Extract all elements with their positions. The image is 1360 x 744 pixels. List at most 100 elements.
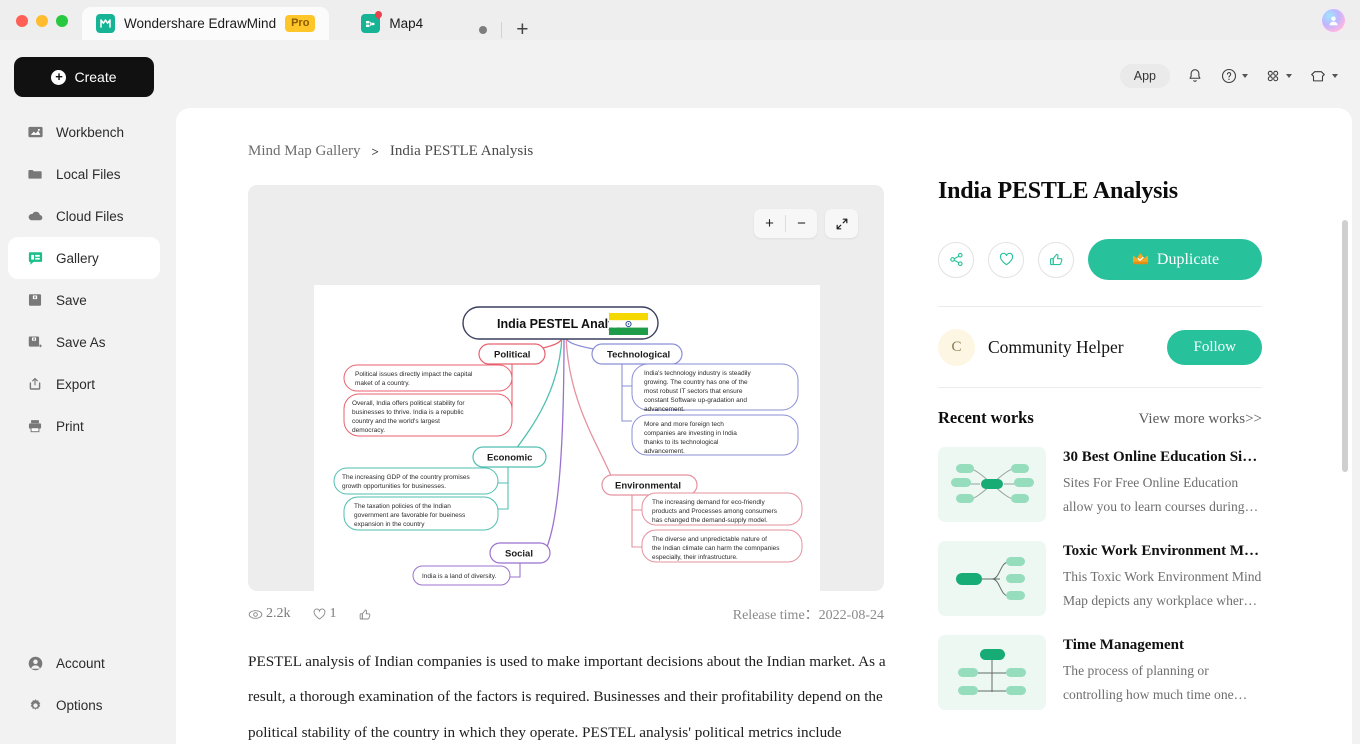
sidebar-item-gallery[interactable]: Gallery: [8, 237, 160, 279]
release-time-value: 2022-08-24: [818, 608, 884, 623]
pro-badge: Pro: [285, 15, 316, 32]
sidebar-item-label: Cloud Files: [56, 208, 124, 224]
breadcrumb-current: India PESTLE Analysis: [389, 143, 534, 159]
svg-text:The increasing demand for eco-: The increasing demand for eco-friendly p…: [652, 499, 779, 524]
list-item[interactable]: 30 Best Online Education Sites … Sites F…: [938, 447, 1262, 522]
create-button[interactable]: + Create: [14, 57, 154, 97]
sidebar-item-account[interactable]: Account: [8, 642, 160, 684]
apps-grid-button[interactable]: [1264, 67, 1292, 85]
map4-file-icon: [361, 9, 384, 33]
share-icon: [949, 252, 963, 267]
share-button[interactable]: [938, 241, 974, 278]
list-item[interactable]: Toxic Work Environment Min… This Toxic W…: [938, 541, 1262, 616]
sidebar-item-save-as[interactable]: Save As: [8, 321, 160, 363]
duplicate-button[interactable]: Duplicate: [1088, 239, 1262, 280]
sidebar-item-save[interactable]: Save: [8, 279, 160, 321]
tab-map4[interactable]: Map4: [347, 7, 437, 40]
crown-icon: [1131, 249, 1150, 271]
mindmap-preview-canvas[interactable]: + − India PESTEL Analysis Political Poli…: [248, 185, 884, 591]
scrollbar-track[interactable]: [1342, 220, 1348, 744]
author-name[interactable]: Community Helper: [988, 337, 1124, 358]
theme-button[interactable]: [1308, 67, 1338, 85]
follow-button[interactable]: Follow: [1167, 330, 1262, 365]
sidebar-item-label: Workbench: [56, 124, 125, 140]
work-info: Time Management The process of planning …: [1063, 635, 1262, 710]
sidebar-item-label: Options: [56, 697, 103, 713]
save-icon: [26, 291, 44, 309]
article-paragraph: PESTEL analysis of Indian companies is u…: [248, 653, 886, 741]
theme-shirt-icon: [1311, 71, 1325, 82]
mindmap-leaf: [343, 364, 513, 392]
heart-icon: [313, 608, 325, 620]
edrawmind-logo-icon: [96, 14, 115, 33]
recent-works-title: Recent works: [938, 408, 1034, 427]
thumbs-up-icon: [1049, 253, 1062, 266]
stats-row: 2.2k 1 Release time：2022-08-24: [248, 604, 884, 624]
sidebar-item-export[interactable]: Export: [8, 363, 160, 405]
work-thumbnail: [938, 541, 1046, 616]
author-avatar[interactable]: C: [938, 329, 975, 366]
account-icon: [26, 654, 44, 672]
zoom-controls: + −: [754, 209, 858, 238]
svg-text:Technological: Technological: [607, 350, 670, 361]
like-button[interactable]: [1038, 241, 1074, 278]
print-icon: [26, 417, 44, 435]
work-info: Toxic Work Environment Min… This Toxic W…: [1063, 541, 1262, 616]
sidebar-item-label: Account: [56, 655, 105, 671]
app-switch-button[interactable]: App: [1119, 64, 1170, 88]
close-window-button[interactable]: [16, 15, 28, 27]
app-topbar: App: [176, 52, 1360, 100]
scrollbar-thumb[interactable]: [1342, 220, 1348, 472]
minimize-window-button[interactable]: [36, 15, 48, 27]
sidebar-item-cloud-files[interactable]: Cloud Files: [8, 195, 160, 237]
thumbs-up-stat[interactable]: [358, 607, 373, 622]
maximize-window-button[interactable]: [56, 15, 68, 27]
svg-text:India is a land of diversity.: India is a land of diversity.: [422, 573, 496, 580]
sidebar-bottom-nav: Account Options: [0, 642, 168, 726]
tab-edrawmind[interactable]: Wondershare EdrawMind Pro: [82, 7, 330, 40]
breadcrumb-gallery-link[interactable]: Mind Map Gallery: [248, 143, 360, 160]
favorite-button[interactable]: [988, 241, 1024, 278]
mindmap-sheet: India PESTEL Analysis Political Politica…: [314, 285, 820, 591]
detail-panel: India PESTLE Analysis Duplicate C Commun…: [938, 178, 1262, 710]
mindmap-thumb-tree: [958, 649, 1026, 695]
chevron-down-icon: [1332, 74, 1338, 78]
fullscreen-button[interactable]: [825, 209, 858, 238]
sidebar-item-local-files[interactable]: Local Files: [8, 153, 160, 195]
views-count: 2.2k: [266, 606, 291, 621]
sidebar-item-options[interactable]: Options: [8, 684, 160, 726]
svg-text:Economic: Economic: [487, 453, 532, 464]
zoom-in-button[interactable]: +: [754, 209, 785, 238]
heart-icon: [999, 252, 1013, 266]
views-stat: 2.2k: [248, 606, 291, 622]
notifications-button[interactable]: [1186, 67, 1204, 85]
work-info: 30 Best Online Education Sites … Sites F…: [1063, 447, 1262, 522]
svg-text:Environmental: Environmental: [615, 481, 681, 492]
sidebar-item-workbench[interactable]: Workbench: [8, 111, 160, 153]
svg-text:Social: Social: [505, 549, 533, 560]
workbench-icon: [26, 123, 44, 141]
detail-actions: Duplicate: [938, 239, 1262, 280]
help-button[interactable]: [1220, 67, 1248, 85]
create-button-label: Create: [74, 69, 117, 85]
sidebar-item-print[interactable]: Print: [8, 405, 160, 447]
expand-icon: [836, 218, 847, 229]
tab-overflow-dot[interactable]: [479, 25, 488, 34]
likes-stat[interactable]: 1: [312, 606, 337, 622]
avatar[interactable]: [1321, 8, 1346, 33]
view-more-works-link[interactable]: View more works>>: [1139, 411, 1263, 428]
main-content-panel: Mind Map Gallery > India PESTLE Analysis…: [176, 108, 1352, 744]
new-tab-button[interactable]: +: [516, 19, 528, 40]
zoom-out-button[interactable]: −: [786, 209, 817, 238]
work-title: 30 Best Online Education Sites …: [1063, 449, 1262, 465]
sidebar-item-label: Save: [56, 292, 87, 308]
list-item[interactable]: Time Management The process of planning …: [938, 635, 1262, 710]
work-title: Time Management: [1063, 637, 1184, 653]
sidebar-item-label: Print: [56, 418, 84, 434]
eye-icon: [248, 609, 263, 619]
zoom-button-group: + −: [754, 209, 817, 238]
release-time: Release time：2022-08-24: [733, 604, 884, 624]
work-description: The process of planning or controlling h…: [1063, 663, 1234, 703]
plus-icon: +: [51, 69, 67, 85]
work-thumbnail: [938, 447, 1046, 522]
